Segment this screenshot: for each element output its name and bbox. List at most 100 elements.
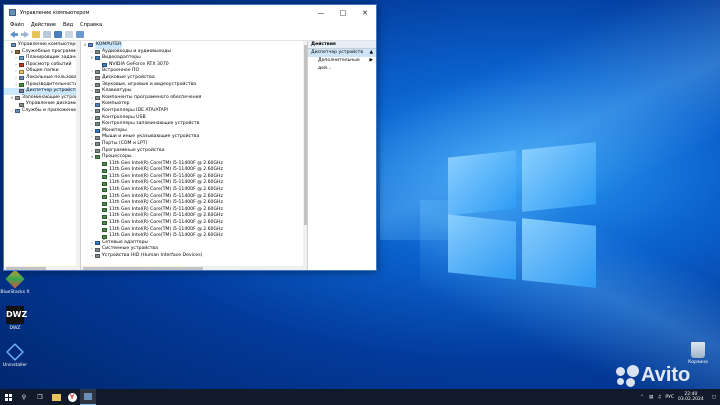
device-tree-item[interactable]: › Контроллеры IDE ATA/ATAPI (81, 108, 307, 115)
device-tree-item[interactable]: ∨ KOMPUTER (81, 42, 307, 49)
file-explorer-button[interactable] (48, 389, 64, 405)
hid-icon (95, 254, 100, 259)
device-tree-item[interactable]: › Дисковые устройства (81, 75, 307, 82)
storage-icon (15, 96, 20, 101)
clock-date: 03.02.2024 (677, 397, 704, 402)
device-tree-item[interactable]: 11th Gen Intel(R) Core(TM) i5-11400F @ 2… (81, 187, 307, 194)
console-tree-item[interactable]: › Общие папки (4, 68, 80, 75)
device-tree-item[interactable]: 11th Gen Intel(R) Core(TM) i5-11400F @ 2… (81, 220, 307, 227)
tree-item-label: KOMPUTER (95, 42, 123, 49)
firmware-icon (95, 69, 100, 74)
yandex-browser-button[interactable]: Y (64, 389, 80, 405)
device-tree-item[interactable]: › Клавиатуры (81, 88, 307, 95)
tree-item-label: Устройства HID (Human Interface Devices) (102, 253, 203, 258)
clock[interactable]: 22:40 03.02.2024 (678, 392, 704, 403)
processor-icon (102, 208, 107, 213)
minimize-button[interactable]: — (310, 5, 332, 20)
menu-action[interactable]: Действие (31, 22, 56, 28)
help-icon[interactable] (54, 31, 62, 38)
console-tree-scrollbar[interactable] (76, 41, 80, 270)
computer-management-window[interactable]: Управление компьютером — □ ✕ Файл Действ… (3, 4, 377, 271)
console-tree-item[interactable]: › Локальные пользоват (4, 75, 80, 82)
device-tree-item[interactable]: › Устройства HID (Human Interface Devices… (81, 253, 307, 260)
tree-item-label: 11th Gen Intel(R) Core(TM) i5-11400F @ 2… (109, 220, 223, 226)
keyboard-icon (95, 89, 100, 94)
tree-item-label: Дисковые устройства (102, 74, 155, 80)
chevron-up-icon[interactable]: ⌃ (640, 395, 644, 400)
window-title: Управление компьютером (20, 9, 90, 16)
menu-help[interactable]: Справка (80, 22, 102, 28)
computer-icon (95, 102, 100, 107)
device-tree-item[interactable]: 11th Gen Intel(R) Core(TM) i5-11400F @ 2… (81, 167, 307, 174)
console-tree: Управление компьютером (л ∨ Служебные прог… (4, 41, 81, 270)
desktop-icon-recycle-bin[interactable]: Корзина (683, 342, 713, 365)
device-tree-hscrollbar[interactable] (81, 266, 303, 270)
device-manager-icon (19, 89, 24, 94)
device-tree-item[interactable]: › Встроенное ПО (81, 68, 307, 75)
display-adapter-icon (95, 56, 100, 61)
device-tree-item[interactable]: › Системные устройства (81, 246, 307, 253)
usb-icon (95, 115, 100, 120)
tree-item-label: Мыши и иные указывающие устройства (102, 134, 200, 140)
show-hide-tree-icon[interactable] (43, 31, 51, 38)
console-tree-item[interactable]: Управление компьютером (л (4, 42, 80, 49)
monitor-icon[interactable] (76, 31, 84, 38)
search-icon: ⚲ (21, 393, 27, 401)
tree-item-label: Контроллеры запоминающих устройств (102, 121, 200, 127)
device-tree-item[interactable]: ∨ Видеоадаптеры (81, 55, 307, 62)
menu-view[interactable]: Вид (63, 22, 73, 28)
console-tree-item[interactable]: › Службы и приложения (4, 108, 80, 115)
windows-start-icon (4, 393, 12, 401)
desktop-icon-uninstaller[interactable]: Uninstaller (0, 343, 30, 368)
processor-icon (102, 175, 107, 180)
search-button[interactable]: ⚲ (16, 389, 32, 405)
more-actions-item[interactable]: Дополнительные дей... ▶ (308, 57, 376, 71)
menu-bar: Файл Действие Вид Справка (4, 20, 376, 29)
collapse-arrow-icon[interactable]: ▲ (369, 49, 373, 57)
device-tree-item[interactable]: 11th Gen Intel(R) Core(TM) i5-11400F @ 2… (81, 200, 307, 207)
language-indicator[interactable]: РУС (665, 395, 674, 400)
device-tree-item[interactable]: ∨ Процессоры (81, 154, 307, 161)
volume-icon[interactable]: ♫ (657, 395, 661, 400)
toolbar (4, 29, 376, 41)
back-arrow-icon[interactable] (10, 31, 18, 38)
device-tree-item[interactable]: › Компьютер (81, 101, 307, 108)
properties-icon[interactable] (65, 31, 73, 38)
desktop-icon-dwz[interactable]: DWZ DWZ (0, 306, 30, 331)
tree-item-label: Процессоры (102, 154, 132, 160)
submenu-arrow-icon: ▶ (369, 58, 373, 63)
computer-management-taskbar-button[interactable] (80, 389, 96, 405)
tree-item-label: Порты (COM и LPT) (102, 140, 148, 146)
console-tree-item[interactable]: Управление дисками (4, 101, 80, 108)
desktop-icon-bluestacks[interactable]: BlueStacks X (0, 269, 30, 295)
network-icon[interactable]: ▤ (649, 395, 653, 400)
start-button[interactable] (0, 389, 16, 405)
computer-icon (88, 43, 93, 48)
device-tree-item[interactable]: › Мыши и иные указывающие устройства (81, 134, 307, 141)
device-tree-item[interactable]: 11th Gen Intel(R) Core(TM) i5-11400F @ 2… (81, 233, 307, 240)
yandex-browser-icon: Y (67, 392, 77, 402)
device-tree-item[interactable]: › Порты (COM и LPT) (81, 141, 307, 148)
maximize-button[interactable]: □ (332, 5, 354, 20)
close-button[interactable]: ✕ (354, 5, 376, 20)
tree-item-label: Диспетчер устройств (26, 88, 79, 94)
device-tree-scrollbar[interactable] (303, 41, 307, 270)
avito-watermark: Avito (616, 364, 690, 387)
recycle-bin-icon (691, 342, 705, 358)
tree-item-label: Встроенное ПО (102, 68, 140, 74)
dwz-icon: DWZ (6, 306, 27, 324)
menu-file[interactable]: Файл (10, 22, 24, 28)
console-tree-item[interactable]: › Планировщик заданий (4, 55, 80, 62)
processor-icon (102, 234, 107, 239)
processor-icon (102, 161, 107, 166)
console-tree-hscrollbar[interactable] (4, 266, 76, 270)
forward-arrow-icon[interactable] (21, 31, 29, 38)
device-tree-item[interactable]: › Контроллеры запоминающих устройств (81, 121, 307, 128)
notification-icon[interactable]: ▢ (712, 395, 716, 400)
actions-selected-item[interactable]: Диспетчер устройств ▲ (308, 49, 376, 57)
actions-pane: Действия Диспетчер устройств ▲ Дополните… (308, 41, 376, 270)
console-tree-item[interactable]: Диспетчер устройств (4, 88, 80, 95)
up-folder-icon[interactable] (32, 31, 40, 38)
title-bar[interactable]: Управление компьютером — □ ✕ (4, 5, 376, 20)
task-view-button[interactable]: ❐ (32, 389, 48, 405)
